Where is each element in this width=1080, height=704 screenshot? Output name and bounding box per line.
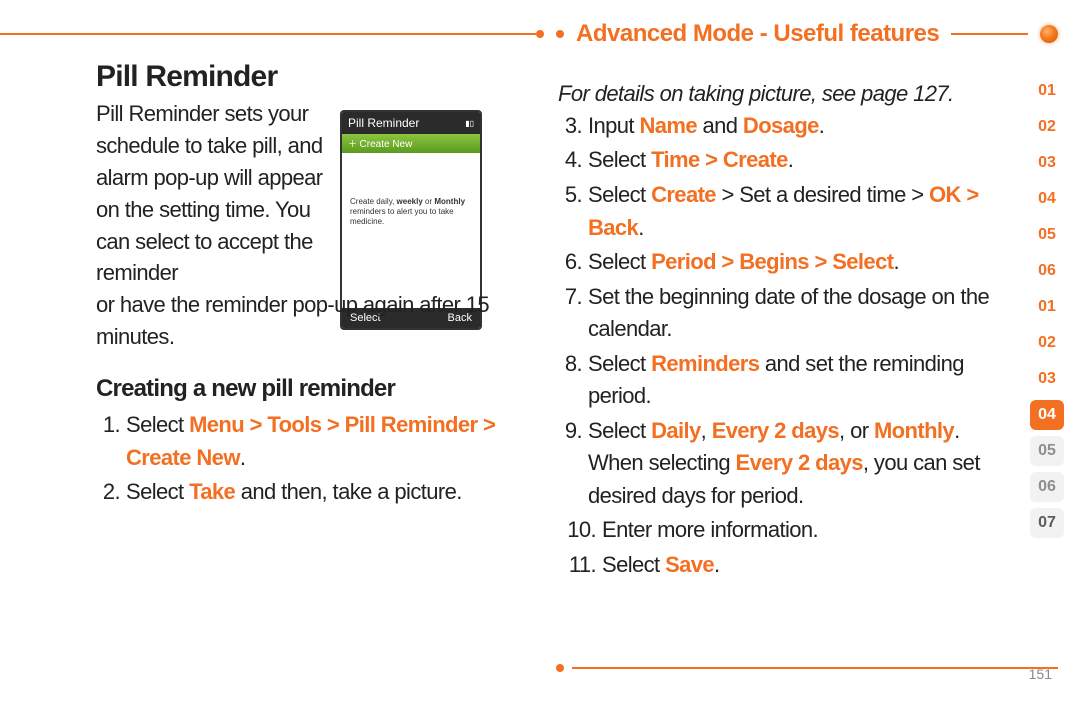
step-2: 2. Select Take and then, take a picture. [96,476,536,509]
step-5: 5. Select Create > Set a desired time > … [558,179,1018,244]
step-10: 10.Enter more information. [558,514,1018,547]
step-9: 9. Select Daily, Every 2 days, or Monthl… [558,415,1018,513]
top-rule-left [0,33,536,35]
header-rule [951,33,1028,35]
tab-02a[interactable]: 02 [1030,112,1064,142]
header-dot-right [1040,25,1058,43]
tab-03b[interactable]: 03 [1030,364,1064,394]
tab-06a[interactable]: 06 [1030,256,1064,286]
tab-05b[interactable]: 05 [1030,436,1064,466]
step-4: 4. Select Time > Create. [558,144,1018,177]
step-number: 2. [96,476,120,509]
footer-dot [556,664,564,672]
page-title: Pill Reminder [96,60,536,94]
header-dot-left [556,30,564,38]
tab-01a[interactable]: 01 [1030,76,1064,106]
step-7: 7.Set the beginning date of the dosage o… [558,281,1018,346]
step-8: 8. Select Reminders and set the remindin… [558,348,1018,413]
tab-02b[interactable]: 02 [1030,328,1064,358]
footer-line [572,667,1058,669]
chapter-tabs: 01 02 03 04 05 06 01 02 03 04 05 06 07 [1030,76,1064,538]
tab-05a[interactable]: 05 [1030,220,1064,250]
intro-paragraph-wide: or have the reminder pop-up again after … [96,289,536,353]
steps-left: 1. Select Menu > Tools > Pill Reminder >… [96,409,536,509]
intro-paragraph-narrow: Pill Reminder sets your schedule to take… [96,98,336,289]
section-header-text: Advanced Mode - Useful features [576,20,939,48]
tab-04b-active[interactable]: 04 [1030,400,1064,430]
tab-04a[interactable]: 04 [1030,184,1064,214]
left-column: Pill Reminder Pill Reminder sets your sc… [96,60,536,511]
step-number: 1. [96,409,120,474]
tab-07[interactable]: 07 [1030,508,1064,538]
step-11: 11. Select Save. [558,549,1018,582]
page-number: 151 [1029,666,1052,682]
right-column: For details on taking picture, see page … [558,78,1018,584]
steps-right: 3. Input Name and Dosage. 4. Select Time… [558,110,1018,582]
tab-03a[interactable]: 03 [1030,148,1064,178]
footer-rule [556,664,1058,672]
tab-06b[interactable]: 06 [1030,472,1064,502]
section-header: Advanced Mode - Useful features [556,20,1058,48]
picture-note: For details on taking picture, see page … [558,78,1018,110]
step-3: 3. Input Name and Dosage. [558,110,1018,143]
tab-01b[interactable]: 01 [1030,292,1064,322]
creating-subhead: Creating a new pill reminder [96,375,536,403]
step-1: 1. Select Menu > Tools > Pill Reminder >… [96,409,536,474]
step-6: 6. Select Period > Begins > Select. [558,246,1018,279]
